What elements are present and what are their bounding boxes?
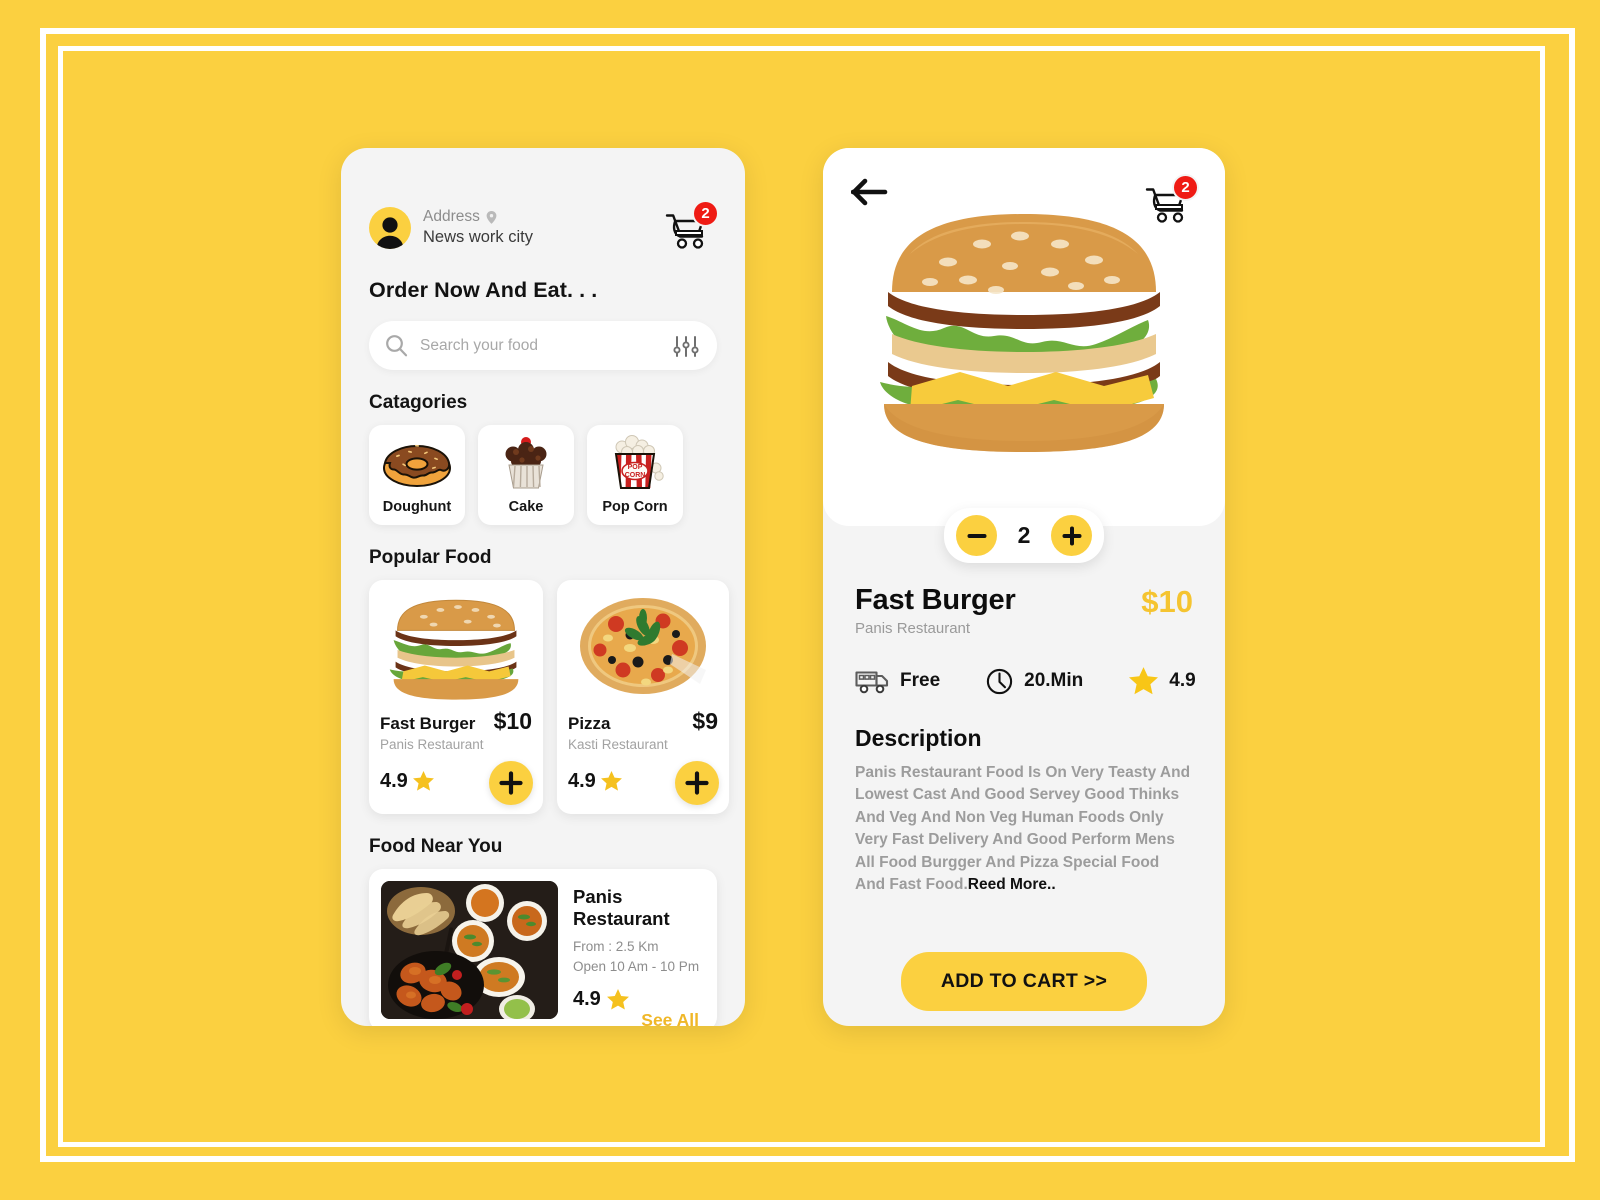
minus-icon [967,533,986,538]
address-value: News work city [423,228,534,247]
search-icon [386,335,408,357]
popular-rating: 4.9 [380,770,434,793]
popular-name: Fast Burger [380,714,476,733]
category-card-doughunt[interactable]: Doughunt [369,425,465,525]
person-icon [376,217,404,249]
cart-badge-detail: 2 [1172,174,1199,201]
burger-photo [380,590,532,702]
quantity-decrease-button[interactable] [956,515,997,556]
star-icon [606,989,629,1010]
filter-sliders-icon[interactable] [673,334,699,358]
popular-rating: 4.9 [568,770,622,793]
decorative-frame-inner [58,46,1545,1147]
rating-value: 4.9 [380,769,408,792]
product-title-row: Fast Burger Panis Restaurant $10 [855,584,1193,637]
add-to-cart-button-fast-burger[interactable] [489,761,533,805]
product-info-row: Free 20.Min 4.9 [855,667,1196,695]
rating-value: 4.9 [573,988,601,1011]
home-screen: Address News work city 2 Order Now And E… [341,148,745,1026]
indian-food-platter-photo [381,881,558,1019]
time-label: 20.Min [1024,670,1084,691]
category-card-popcorn[interactable]: POP CORN Pop Corn [587,425,683,525]
svg-text:CORN: CORN [625,472,646,479]
popular-food-row: Fast Burger $10 Panis Restaurant 4.9 Piz… [369,580,729,814]
read-more-link[interactable]: Reed More.. [968,876,1056,893]
product-name: Fast Burger [855,584,1016,616]
popular-price: $10 [493,708,532,734]
food-near-you-title: Food Near You [369,836,503,857]
time-info: 20.Min [986,668,1083,695]
rating-value: 4.9 [568,769,596,792]
plus-icon [685,771,709,795]
restaurant-card-panis[interactable]: Panis Restaurant From : 2.5 Km Open 10 A… [369,869,717,1026]
popular-restaurant: Panis Restaurant [380,737,484,752]
quantity-value: 2 [1017,522,1031,548]
delivery-van-icon [855,671,889,694]
address-block[interactable]: Address News work city [369,207,533,249]
decorative-frame-outer [40,28,1575,1162]
restaurant-hours: Open 10 Am - 10 Pm [573,958,700,974]
plus-icon [1062,526,1081,545]
burger-photo [823,200,1225,500]
address-label: Address [423,208,480,226]
quantity-increase-button[interactable] [1051,515,1092,556]
map-pin-icon [486,211,497,225]
page-title: Order Now And Eat. . . [369,278,598,302]
pizza-photo [568,590,718,702]
delivery-label: Free [900,670,941,691]
description-title: Description [855,725,982,751]
cart-button-home[interactable]: 2 [665,200,719,252]
plus-icon [499,771,523,795]
popular-restaurant: Kasti Restaurant [568,737,668,752]
star-icon [412,771,434,791]
popular-food-title: Popular Food [369,547,492,568]
add-to-cart-button[interactable]: ADD TO CART >> [900,951,1148,1011]
popular-card-fast-burger[interactable]: Fast Burger $10 Panis Restaurant 4.9 [369,580,543,814]
svg-text:POP: POP [628,464,643,471]
avatar[interactable] [369,207,411,249]
search-input[interactable] [420,336,673,355]
description-body: Panis Restaurant Food Is On Very Teasty … [855,762,1193,897]
popular-price: $9 [692,708,718,734]
category-label: Cake [508,499,544,515]
product-detail-screen: 2 2 Fast Burger Panis Restaurant $10 Fre… [823,148,1225,1026]
cupcake-icon [496,434,556,490]
home-header: Address News work city 2 [341,148,745,252]
quantity-stepper[interactable]: 2 [944,508,1104,563]
search-bar[interactable] [369,321,717,370]
category-label: Pop Corn [602,499,668,515]
description-text: Panis Restaurant Food Is On Very Teasty … [855,764,1191,894]
categories-row: Doughunt Cake POP CORN Pop Corn [369,425,717,525]
restaurant-rating: 4.9 [573,988,705,1011]
doughnut-icon [380,434,454,490]
product-restaurant: Panis Restaurant [855,620,971,637]
see-all-link[interactable]: See All [641,1010,699,1026]
hero-section: 2 [823,148,1225,526]
popular-card-pizza[interactable]: Pizza $9 Kasti Restaurant 4.9 [557,580,729,814]
rating-label: 4.9 [1169,670,1196,691]
product-price: $10 [1141,584,1193,619]
cart-badge-home: 2 [692,200,719,227]
popcorn-icon: POP CORN [604,434,666,490]
restaurant-name: Panis Restaurant [573,886,670,929]
add-to-cart-button-pizza[interactable] [675,761,719,805]
rating-info: 4.9 [1129,667,1196,695]
clock-icon [986,668,1013,694]
restaurant-distance: From : 2.5 Km [573,939,659,954]
popular-name: Pizza [568,714,611,733]
category-label: Doughunt [382,499,452,515]
star-icon [1129,667,1159,695]
category-card-cake[interactable]: Cake [478,425,574,525]
star-icon [600,771,622,791]
delivery-info: Free [855,668,940,694]
categories-title: Catagories [369,392,468,413]
